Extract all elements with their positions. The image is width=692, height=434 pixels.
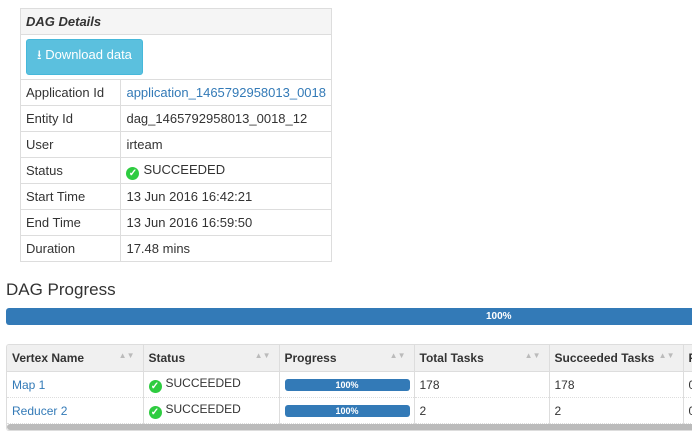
column-header-total-tasks[interactable]: Total Tasks ▲▼ <box>414 345 550 372</box>
total-tasks: 2 <box>414 397 550 424</box>
column-header-status[interactable]: Status ▲▼ <box>143 345 280 372</box>
table-row: Map 1 ✓SUCCEEDED 100% 178 178 0 <box>7 371 692 398</box>
dag-progress-title: DAG Progress <box>6 280 116 299</box>
column-header-next[interactable]: F <box>683 345 692 372</box>
label: Status <box>19 157 122 184</box>
application-id-link[interactable]: application_1465792958013_0018 <box>126 85 326 100</box>
column-header-succeeded-tasks[interactable]: Succeeded Tasks ▲▼ <box>549 345 684 372</box>
succeeded-tasks: 2 <box>549 397 684 424</box>
download-data-button[interactable]: ⭳ Download data <box>26 39 143 75</box>
label: End Time <box>19 209 122 236</box>
status: ✓ SUCCEEDED <box>120 157 332 184</box>
sort-icon: ▲▼ <box>389 351 406 360</box>
next-col: 0 <box>683 397 692 424</box>
duration: 17.48 mins <box>120 235 332 262</box>
label: User <box>19 131 122 158</box>
entity-id: dag_1465792958013_0018_12 <box>120 105 332 132</box>
label: Duration <box>19 235 122 262</box>
check-circle-icon: ✓ <box>126 166 140 180</box>
vertex-table: Vertex Name ▲▼ Status ▲▼ Progress ▲▼ Total … <box>6 344 692 431</box>
check-circle-icon: ✓ <box>148 406 162 419</box>
column-header-progress[interactable]: Progress ▲▼ <box>279 345 415 372</box>
vertex-link[interactable]: Reducer 2 <box>12 404 67 418</box>
vertex-progress-bar: 100% <box>284 404 410 417</box>
next-col: 0 <box>683 371 692 398</box>
dag-details-table: DAG Details ⭳ Download data Application … <box>19 8 332 262</box>
horizontal-scrollbar[interactable] <box>7 424 692 430</box>
column-header-vertex-name[interactable]: Vertex Name ▲▼ <box>7 345 144 372</box>
succeeded-tasks: 178 <box>549 371 684 398</box>
download-icon: ⭳ <box>37 47 42 62</box>
label: Application Id <box>19 79 122 106</box>
sort-icon: ▲▼ <box>658 351 675 360</box>
vertex-progress-bar: 100% <box>284 378 410 391</box>
user: irteam <box>120 131 332 158</box>
dag-progress-bar: 100% <box>6 308 692 325</box>
table-row: Reducer 2 ✓SUCCEEDED 100% 2 2 0 <box>7 397 692 424</box>
label: Entity Id <box>19 105 122 132</box>
check-circle-icon: ✓ <box>148 380 162 393</box>
sort-icon: ▲▼ <box>118 351 135 360</box>
start-time: 13 Jun 2016 16:42:21 <box>120 183 332 210</box>
end-time: 13 Jun 2016 16:59:50 <box>120 209 332 236</box>
sort-icon: ▲▼ <box>254 351 271 360</box>
total-tasks: 178 <box>414 371 550 398</box>
sort-icon: ▲▼ <box>524 351 541 360</box>
label: Start Time <box>19 183 122 210</box>
dag-details-title: DAG Details <box>20 8 332 35</box>
vertex-link[interactable]: Map 1 <box>12 378 45 392</box>
